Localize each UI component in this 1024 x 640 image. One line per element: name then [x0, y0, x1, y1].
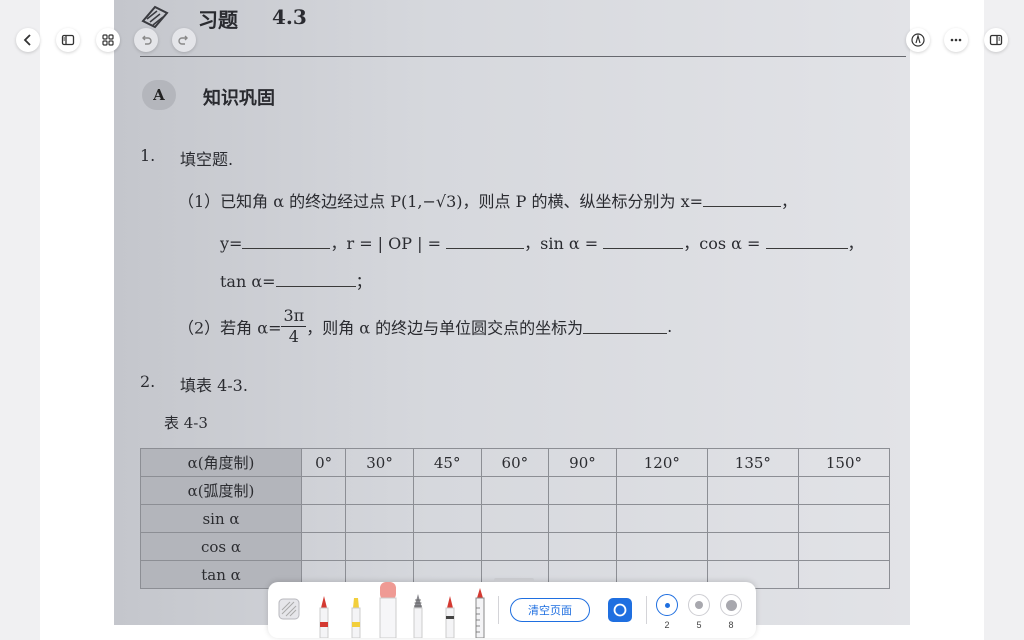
table-cell [797, 532, 891, 561]
table-cell [412, 532, 482, 561]
table-cell [797, 504, 891, 533]
yellow-highlighter-tool[interactable] [348, 592, 364, 638]
annotation-toolbar: 清空页面 2 5 8 [268, 578, 756, 638]
table-cell [480, 504, 550, 533]
section-title: 知识巩固 [203, 88, 275, 109]
q1-part1-line1: （1）已知角 α 的终边经过点 P(1,−√3)，则点 P 的横、纵坐标分别为 … [178, 192, 798, 211]
row-header: α(弧度制) [140, 476, 302, 505]
drag-handle[interactable] [494, 578, 534, 582]
row-header: sin α [140, 504, 302, 533]
angle-table: α(角度制) 0° 30° 45° 60° 90° 120° 135° 150°… [140, 448, 891, 589]
sidebar-icon [61, 34, 75, 46]
exercise-logo-icon [141, 5, 169, 29]
stroke-size-small-option[interactable] [656, 594, 678, 616]
stroke-size-large-label: 8 [728, 620, 734, 630]
table-cell [548, 476, 617, 505]
column-header: 60° [480, 448, 550, 477]
left-margin [0, 0, 40, 640]
redo-button[interactable] [172, 28, 196, 52]
q1-part1-line3: tan α=； [220, 272, 372, 291]
table-cell [345, 504, 414, 533]
column-header: 45° [412, 448, 482, 477]
q1-number: 1. [140, 146, 156, 165]
table-cell [345, 476, 414, 505]
table-row: cos α [140, 532, 891, 561]
table-row: α(角度制) 0° 30° 45° 60° 90° 120° 135° 150° [140, 448, 891, 477]
table-row: sin α [140, 504, 891, 533]
chevron-left-icon [23, 34, 31, 46]
row-header: cos α [140, 532, 302, 561]
undo-icon [142, 35, 152, 45]
table-cell [706, 504, 799, 533]
red-pen-tool[interactable] [316, 592, 332, 638]
q2-number: 2. [140, 372, 156, 391]
table-cell [706, 476, 799, 505]
q1-part1-line2: y= ，r = | OP | = ，sin α = ，cos α = ， [220, 234, 864, 253]
shape-tool-button[interactable] [608, 598, 632, 622]
table-row: α(弧度制) [140, 476, 891, 505]
column-header: 0° [300, 448, 347, 477]
column-header: 30° [345, 448, 414, 477]
sidebar-toggle-button[interactable] [56, 28, 80, 52]
back-button[interactable] [16, 28, 40, 52]
table-cell [345, 532, 414, 561]
stroke-size-medium-label: 5 [696, 620, 702, 630]
section-badge: A [142, 80, 176, 110]
more-dots-icon [950, 38, 962, 42]
redo-icon [178, 35, 188, 45]
shape-icon [613, 603, 627, 617]
grid-view-button[interactable] [96, 28, 120, 52]
row-header: α(角度制) [140, 448, 302, 477]
table-cell [797, 560, 891, 589]
stroke-size-medium-option[interactable] [688, 594, 710, 616]
panel-toggle-button[interactable] [984, 28, 1008, 52]
ruler-pen-tool[interactable] [472, 586, 488, 638]
q1-title: 填空题. [180, 150, 234, 169]
pen-circle-icon [911, 33, 925, 47]
column-header: 150° [797, 448, 891, 477]
more-button[interactable] [944, 28, 968, 52]
table-cell [480, 476, 550, 505]
fountain-pen-tool[interactable] [442, 592, 458, 638]
table-cell [615, 476, 708, 505]
right-margin [984, 0, 1024, 640]
lasso-tool-icon[interactable] [278, 598, 300, 620]
q2-title: 填表 4-3. [180, 376, 248, 395]
table-caption: 表 4-3 [164, 414, 208, 432]
pencil-tool[interactable] [410, 592, 426, 638]
column-header: 120° [615, 448, 708, 477]
stroke-size-small-label: 2 [664, 620, 670, 630]
table-cell [300, 476, 347, 505]
table-cell [412, 476, 482, 505]
table-cell [548, 532, 617, 561]
table-cell [300, 504, 347, 533]
table-cell [412, 504, 482, 533]
toolbar-divider [498, 596, 499, 624]
table-cell [615, 504, 708, 533]
undo-button[interactable] [134, 28, 158, 52]
table-cell [797, 476, 891, 505]
table-cell [615, 532, 708, 561]
column-header: 90° [548, 448, 617, 477]
stroke-size-large-option[interactable] [720, 594, 742, 616]
clear-page-button[interactable]: 清空页面 [510, 598, 590, 622]
table-cell [300, 532, 347, 561]
panel-right-icon [989, 34, 1003, 46]
fraction-3pi-4: 3π 4 [281, 306, 307, 346]
toolbar-divider [646, 596, 647, 624]
grid-icon [102, 34, 114, 46]
table-cell [548, 504, 617, 533]
exercise-number: 4.3 [272, 5, 307, 29]
eraser-tool[interactable] [378, 582, 398, 638]
table-cell [706, 532, 799, 561]
annotate-button[interactable] [906, 28, 930, 52]
column-header: 135° [706, 448, 799, 477]
q1-part2: （2）若角 α= 3π 4 ，则角 α 的终边与单位圆交点的坐标为. [178, 306, 673, 346]
header-rule [140, 56, 906, 57]
exercise-title: 习题 [198, 8, 238, 32]
table-cell [480, 532, 550, 561]
